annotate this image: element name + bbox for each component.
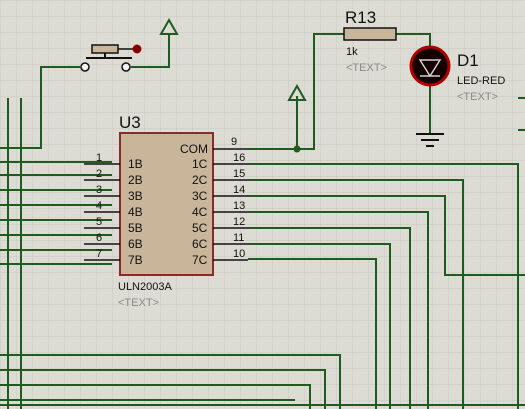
ic-output-pin-label: 1C: [192, 157, 208, 171]
ic-input-pin-number: 5: [96, 216, 102, 228]
ic-com-label: COM: [180, 142, 208, 156]
ic-input-pin-label: 3B: [128, 189, 143, 203]
ic-output-pin-label: 4C: [192, 205, 208, 219]
resistor-ref-label: R13: [345, 8, 376, 27]
ic-output-pin-number: 12: [233, 216, 245, 228]
ic-text-placeholder: <TEXT>: [118, 297, 159, 309]
ic-output-pin-label: 3C: [192, 189, 208, 203]
ic-input-pin-label: 5B: [128, 221, 143, 235]
ic-com-pin: 9: [231, 136, 237, 148]
wire-junction: [293, 145, 301, 153]
ic-output-pin-label: 6C: [192, 237, 208, 251]
led-ref-label: D1: [457, 51, 479, 70]
resistor-value-label: 1k: [346, 46, 358, 58]
ic-output-pin-number: 10: [233, 248, 245, 260]
schematic-canvas[interactable]: R13 1k <TEXT> D1 LED-RED <TEXT> U3 1 1B 2 2…: [0, 0, 525, 409]
ic-input-pin-number: 2: [96, 168, 102, 180]
ic-input-pin-label: 2B: [128, 173, 143, 187]
ic-output-pin-number: 16: [233, 152, 245, 164]
ic-input-pin-label: 1B: [128, 157, 143, 171]
ic-ref-label: U3: [119, 113, 141, 132]
ic-input-pin-number: 4: [96, 200, 102, 212]
ic-input-pin-number: 3: [96, 184, 102, 196]
ic-output-pin-label: 7C: [192, 253, 208, 267]
led-text-placeholder: <TEXT>: [457, 91, 498, 103]
ic-input-pin-number: 1: [96, 152, 102, 164]
ic-output-pin-number: 11: [233, 232, 244, 244]
led-type-label: LED-RED: [457, 75, 505, 87]
ic-output-pin-number: 13: [233, 200, 245, 212]
resistor-text-placeholder: <TEXT>: [346, 62, 387, 74]
ic-input-pin-label: 6B: [128, 237, 143, 251]
ic-output-pin-label: 2C: [192, 173, 208, 187]
ic-input-pin-number: 6: [96, 232, 102, 244]
ic-input-pin-number: 7: [96, 248, 102, 260]
ic-input-pin-label: 7B: [128, 253, 143, 267]
ic-output-pin-number: 15: [233, 168, 245, 180]
ic-part-label: ULN2003A: [118, 281, 172, 293]
ic-output-pin-label: 5C: [192, 221, 208, 235]
ic-input-pin-label: 4B: [128, 205, 143, 219]
ic-output-pin-number: 14: [233, 184, 245, 196]
